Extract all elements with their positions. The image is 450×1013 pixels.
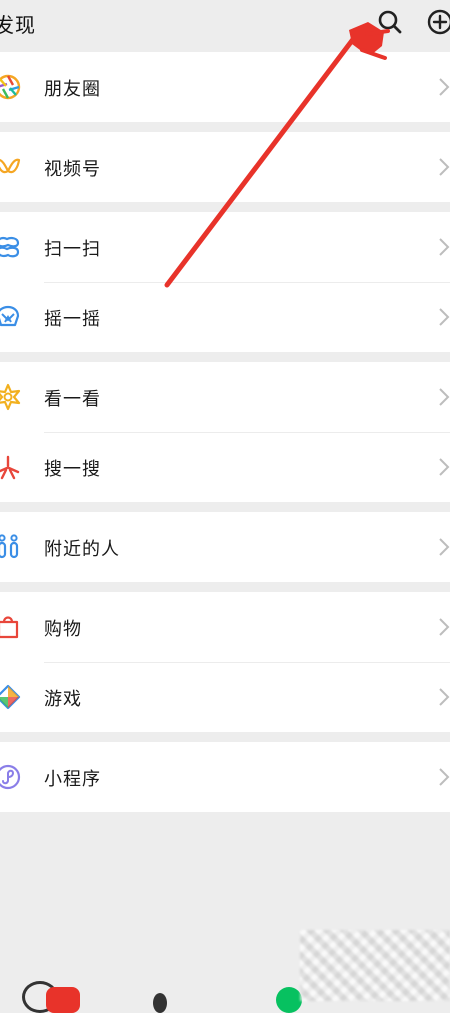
chevron-right-icon bbox=[438, 537, 450, 557]
chevron-right-icon bbox=[438, 77, 450, 97]
chevron-right-icon bbox=[438, 767, 450, 787]
menu-item-shopping[interactable]: 购物 bbox=[0, 592, 450, 662]
menu-item-label: 搜一搜 bbox=[44, 459, 101, 480]
menu-item-label: 游戏 bbox=[44, 689, 82, 710]
menu-item-label: 视频号 bbox=[44, 159, 101, 180]
watermark-overlay bbox=[300, 930, 450, 1001]
menu-item-label: 扫一扫 bbox=[44, 239, 101, 260]
menu-item-moments[interactable]: 朋友圈 bbox=[0, 52, 450, 122]
mini-programs-icon bbox=[0, 763, 22, 791]
chevron-right-icon bbox=[438, 237, 450, 257]
chevron-right-icon bbox=[438, 157, 450, 177]
chevron-right-icon bbox=[438, 617, 450, 637]
add-icon bbox=[427, 9, 450, 35]
page-title: 发现 bbox=[0, 13, 36, 37]
menu-item-label: 朋友圈 bbox=[44, 79, 101, 100]
menu-item-shake[interactable]: 摇一摇 bbox=[0, 282, 450, 352]
badge-icon bbox=[46, 987, 80, 1013]
search-icon bbox=[378, 10, 402, 34]
menu-item-top-stories[interactable]: 看一看 bbox=[0, 362, 450, 432]
menu-item-people-nearby[interactable]: 附近的人 bbox=[0, 512, 450, 582]
discover-tab-icon[interactable] bbox=[276, 987, 302, 1013]
top-bar: 发现 bbox=[0, 0, 450, 48]
search-button[interactable] bbox=[374, 6, 406, 38]
chevron-right-icon bbox=[438, 687, 450, 707]
group-shopping-games: 购物 游戏 bbox=[0, 592, 450, 732]
contacts-tab-icon[interactable] bbox=[153, 993, 167, 1013]
group-moments: 朋友圈 bbox=[0, 52, 450, 122]
menu-item-search[interactable]: 搜一搜 bbox=[0, 432, 450, 502]
group-people-nearby: 附近的人 bbox=[0, 512, 450, 582]
group-channels: 视频号 bbox=[0, 132, 450, 202]
moments-icon bbox=[0, 73, 22, 101]
menu-item-scan[interactable]: 扫一扫 bbox=[0, 212, 450, 282]
group-scan-shake: 扫一扫 摇一摇 bbox=[0, 212, 450, 352]
menu-item-mini-programs[interactable]: 小程序 bbox=[0, 742, 450, 812]
group-mini-programs: 小程序 bbox=[0, 742, 450, 812]
people-nearby-icon bbox=[0, 533, 22, 561]
scan-icon bbox=[0, 233, 22, 261]
menu-item-label: 看一看 bbox=[44, 389, 101, 410]
menu-item-channels[interactable]: 视频号 bbox=[0, 132, 450, 202]
menu-item-label: 购物 bbox=[44, 619, 82, 640]
shopping-icon bbox=[0, 613, 22, 641]
menu-item-label: 附近的人 bbox=[44, 539, 120, 560]
games-icon bbox=[0, 683, 22, 711]
top-stories-icon bbox=[0, 383, 22, 411]
menu-item-games[interactable]: 游戏 bbox=[0, 662, 450, 732]
shake-icon bbox=[0, 303, 22, 331]
chevron-right-icon bbox=[438, 457, 450, 477]
menu-item-label: 摇一摇 bbox=[44, 309, 101, 330]
chevron-right-icon bbox=[438, 307, 450, 327]
add-button[interactable] bbox=[424, 6, 450, 38]
group-stories-search: 看一看 搜一搜 bbox=[0, 362, 450, 502]
channels-icon bbox=[0, 153, 22, 181]
menu-item-label: 小程序 bbox=[44, 769, 101, 790]
chevron-right-icon bbox=[438, 387, 450, 407]
search-function-icon bbox=[0, 453, 22, 481]
